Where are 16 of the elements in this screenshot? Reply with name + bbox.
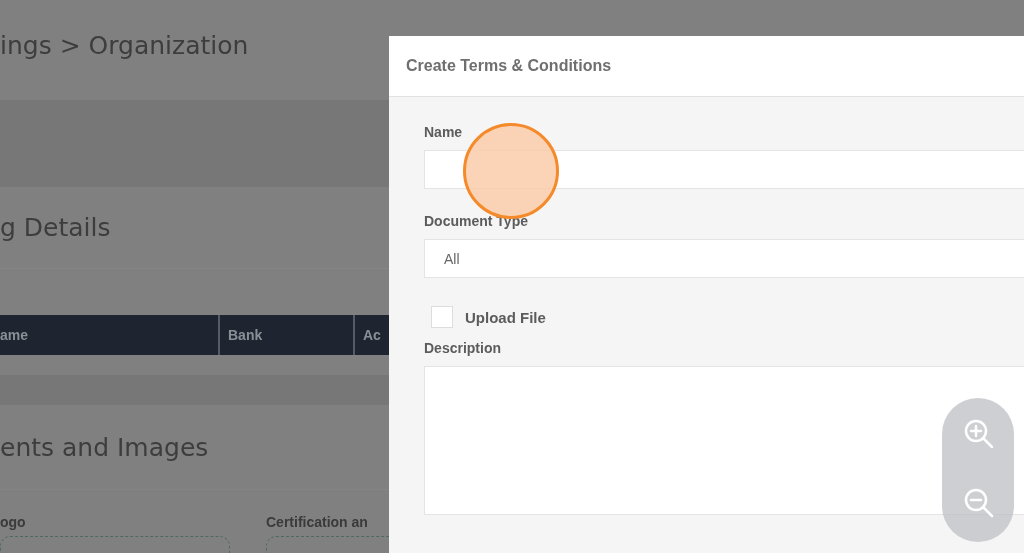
section-heading: ents and Images (0, 432, 209, 462)
description-field[interactable] (424, 366, 1024, 515)
field-label: Description (424, 340, 501, 356)
zoom-out-icon[interactable] (963, 487, 995, 519)
section-heading: g Details (0, 213, 111, 242)
checkbox-label: Upload File (465, 308, 546, 326)
page-title: ings > Organization (0, 30, 249, 60)
column-header: ame (0, 315, 220, 355)
zoom-in-icon[interactable] (963, 418, 995, 450)
document-type-select[interactable]: All (424, 239, 1024, 278)
column-header: Bank (220, 315, 355, 355)
upload-label: ogo (0, 514, 27, 530)
field-label: Name (424, 124, 463, 140)
dialog-title: Create Terms & Conditions (406, 57, 612, 75)
checkbox[interactable] (431, 306, 453, 328)
upload-label: Certification an (266, 514, 369, 530)
